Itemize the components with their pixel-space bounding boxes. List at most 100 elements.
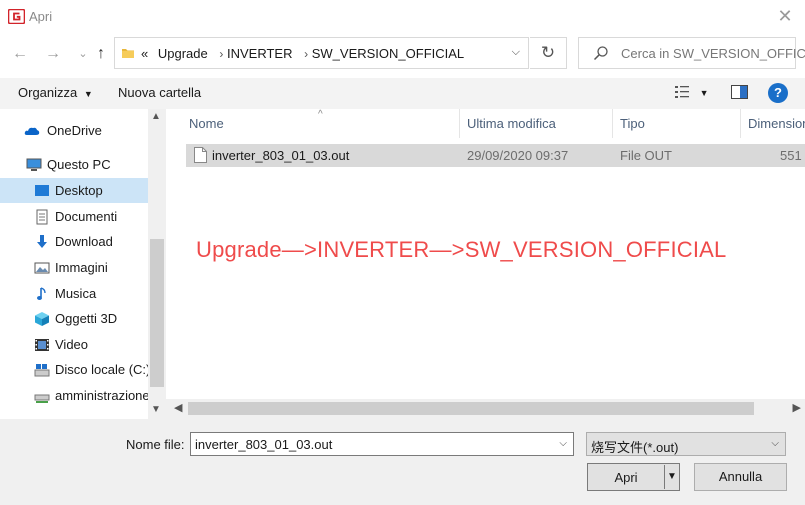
network-drive-icon — [34, 394, 50, 403]
column-header-size[interactable]: Dimensione — [748, 109, 805, 138]
up-arrow-icon[interactable]: ↑ — [92, 44, 110, 64]
sidebar-item-label: Questo PC — [47, 157, 111, 172]
pictures-icon — [34, 262, 50, 274]
forward-arrow-icon[interactable]: → — [44, 44, 62, 64]
sidebar-item-download[interactable]: Download — [0, 229, 148, 254]
video-icon — [35, 339, 49, 351]
sidebar-item-label: Immagini — [55, 260, 108, 275]
back-arrow-icon[interactable]: ← — [11, 44, 29, 64]
navigation-pane: OneDrive Questo PC Desktop Documenti Dow… — [0, 109, 166, 419]
file-row[interactable]: inverter_803_01_03.out 29/09/2020 09:37 … — [186, 144, 805, 167]
computer-icon — [26, 158, 42, 171]
filename-value: inverter_803_01_03.out — [195, 437, 333, 452]
preview-pane-icon[interactable] — [731, 85, 748, 99]
sidebar-item-video[interactable]: Video — [0, 332, 148, 357]
file-size: 551 — [780, 148, 802, 163]
refresh-icon[interactable]: ↻ — [530, 37, 567, 69]
scrollbar-thumb[interactable] — [150, 239, 164, 387]
chevron-down-icon[interactable]: ⌵ — [512, 46, 520, 59]
file-icon — [194, 147, 207, 163]
filename-field[interactable]: inverter_803_01_03.out ⌵ — [190, 432, 574, 456]
sidebar-item-onedrive[interactable]: OneDrive — [0, 118, 148, 143]
sidebar-item-label: OneDrive — [47, 123, 102, 138]
help-icon[interactable]: ? — [768, 83, 788, 103]
column-header-type[interactable]: Tipo — [620, 109, 645, 138]
search-placeholder: Cerca in SW_VERSION_OFFIC... — [621, 46, 805, 61]
caret-down-icon[interactable]: ▼ — [667, 471, 677, 482]
chevron-down-icon[interactable]: ⌵ — [771, 438, 779, 449]
caret-down-icon: ▼ — [699, 88, 709, 98]
list-view-icon — [675, 86, 689, 98]
sidebar-item-amministrazione[interactable]: amministrazione — [0, 383, 150, 408]
sidebar-item-documenti[interactable]: Documenti — [0, 204, 148, 229]
file-type: File OUT — [620, 148, 672, 163]
scroll-down-icon[interactable]: ▼ — [151, 404, 161, 415]
search-box[interactable]: Cerca in SW_VERSION_OFFIC... — [578, 37, 805, 69]
dialog-footer: Nome file: inverter_803_01_03.out ⌵ 烧写文件… — [0, 419, 805, 505]
column-divider[interactable] — [459, 109, 460, 138]
sidebar-item-label: amministrazione — [55, 388, 150, 403]
sidebar-item-label: Oggetti 3D — [55, 311, 118, 326]
scroll-right-icon[interactable]: ▶ — [793, 401, 801, 414]
sidebar-item-label: Disco locale (C:) — [55, 362, 151, 377]
address-bar[interactable]: « Upgrade › INVERTER › SW_VERSION_OFFICI… — [114, 37, 529, 69]
column-divider[interactable] — [740, 109, 741, 138]
sidebar-item-label: Download — [55, 234, 113, 249]
scroll-up-icon[interactable]: ▲ — [151, 111, 161, 122]
view-options-button[interactable]: ▼ — [674, 84, 709, 103]
file-type-filter[interactable]: 烧写文件(*.out) ⌵ — [586, 432, 786, 456]
column-header-modified[interactable]: Ultima modifica — [467, 109, 556, 138]
scroll-left-icon[interactable]: ◀ — [174, 401, 182, 414]
sidebar-item-label: Desktop — [55, 183, 103, 198]
new-folder-button[interactable]: Nuova cartella — [118, 85, 201, 100]
vertical-scrollbar[interactable]: ▲ ▼ — [148, 109, 166, 419]
download-icon — [37, 235, 47, 248]
sidebar-item-disco-locale[interactable]: Disco locale (C:) — [0, 357, 151, 382]
cube-icon — [35, 312, 49, 326]
recent-locations-chevron-icon[interactable]: ⌄ — [74, 44, 92, 64]
close-icon[interactable]: ✕ — [775, 6, 795, 26]
sidebar-item-questo-pc[interactable]: Questo PC — [0, 152, 148, 177]
cancel-button[interactable]: Annulla — [694, 463, 787, 491]
organize-button[interactable]: Organizza ▼ — [18, 85, 93, 100]
column-header-name[interactable]: Nome — [189, 109, 224, 138]
sidebar-item-label: Video — [55, 337, 89, 352]
open-button-label: Apri — [614, 470, 638, 485]
cloud-icon — [24, 127, 40, 135]
window-title: Apri — [29, 9, 53, 24]
caret-down-icon: ▼ — [83, 89, 93, 99]
document-icon — [36, 209, 48, 225]
command-bar: Organizza ▼ Nuova cartella ▼ ? — [0, 78, 805, 109]
file-type-filter-value: 烧写文件(*.out) — [591, 440, 679, 455]
chevron-right-icon[interactable]: › — [304, 47, 308, 61]
filename-label: Nome file: — [126, 437, 185, 452]
column-divider[interactable] — [612, 109, 613, 138]
chevron-down-icon[interactable]: ⌵ — [559, 438, 567, 449]
app-icon — [8, 9, 25, 24]
title-bar: Apri ✕ — [0, 0, 805, 33]
crumb-inverter[interactable]: INVERTER — [227, 46, 293, 61]
file-modified: 29/09/2020 09:37 — [467, 148, 569, 163]
sidebar-item-oggetti-3d[interactable]: Oggetti 3D — [0, 306, 148, 331]
crumb-upgrade[interactable]: Upgrade — [158, 46, 208, 61]
file-list: ^ Nome Ultima modifica Tipo Dimensione i… — [166, 109, 805, 419]
folder-icon — [122, 49, 134, 58]
sidebar-item-label: Musica — [55, 286, 97, 301]
sort-ascending-icon: ^ — [318, 109, 323, 120]
sidebar-item-immagini[interactable]: Immagini — [0, 255, 148, 280]
address-overflow[interactable]: « — [141, 46, 148, 61]
drive-icon — [34, 364, 50, 377]
split-divider — [664, 465, 665, 489]
horizontal-scrollbar[interactable]: ◀ ▶ — [166, 399, 805, 419]
sidebar-item-desktop[interactable]: Desktop — [0, 178, 148, 203]
crumb-sw-version-official[interactable]: SW_VERSION_OFFICIAL — [312, 46, 464, 61]
desktop-icon — [35, 185, 49, 196]
scrollbar-thumb[interactable] — [188, 402, 754, 415]
music-icon — [37, 287, 46, 300]
chevron-right-icon[interactable]: › — [219, 47, 223, 61]
open-button[interactable]: Apri ▼ — [587, 463, 680, 491]
sidebar-item-musica[interactable]: Musica — [0, 281, 148, 306]
search-icon — [593, 46, 608, 61]
sidebar-item-label: Documenti — [55, 209, 118, 224]
file-name: inverter_803_01_03.out — [212, 148, 350, 163]
